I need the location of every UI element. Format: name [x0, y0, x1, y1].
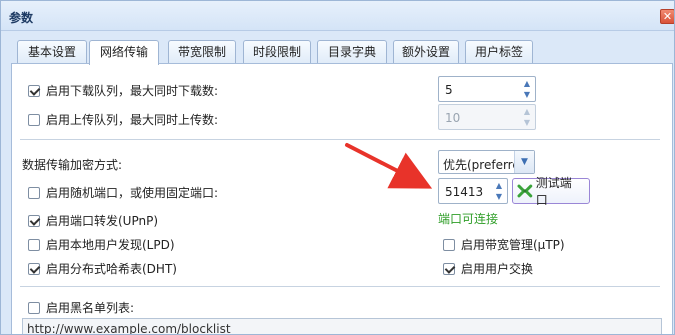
- random-port-label: 启用随机端口，或使用固定端口:: [46, 186, 219, 200]
- test-port-icon: [517, 184, 533, 198]
- upload-queue-label: 启用上传队列，最大同时上传数:: [46, 113, 219, 127]
- encryption-selected-value: 优先(preferre: [443, 158, 520, 172]
- decrement-arrow-icon[interactable]: ▼: [492, 191, 506, 202]
- pex-checkbox[interactable]: [443, 262, 455, 275]
- dht-checkbox[interactable]: [28, 262, 40, 275]
- port-row: 启用随机端口，或使用固定端口:: [28, 184, 218, 201]
- section-divider: [20, 139, 660, 140]
- test-port-button[interactable]: 测试端口: [512, 176, 590, 207]
- upnp-row: 启用端口转发(UPnP): [28, 212, 158, 229]
- encryption-select[interactable]: 优先(preferre ▼: [438, 150, 535, 174]
- utp-checkbox[interactable]: [443, 238, 455, 251]
- lpd-checkbox[interactable]: [28, 238, 40, 251]
- blocklist-row: 启用黑名单列表:: [28, 299, 134, 316]
- upload-queue-checkbox[interactable]: [28, 113, 40, 126]
- dialog-title: 参数: [9, 11, 34, 25]
- chevron-down-icon[interactable]: ▼: [514, 151, 534, 173]
- encryption-row: 数据传输加密方式:: [22, 156, 122, 173]
- max-downloads-value: 5: [445, 83, 453, 97]
- upload-queue-row: 启用上传队列，最大同时上传数:: [28, 111, 218, 128]
- upnp-checkbox[interactable]: [28, 214, 40, 227]
- increment-arrow-icon[interactable]: ▲: [520, 78, 534, 89]
- section-divider: [20, 286, 660, 287]
- tab-directory-dictionary[interactable]: 目录字典: [317, 40, 387, 64]
- tab-extra-settings[interactable]: 额外设置: [393, 40, 459, 64]
- decrement-arrow-icon[interactable]: ▼: [520, 89, 534, 100]
- increment-arrow-icon[interactable]: ▲: [520, 106, 534, 117]
- port-status-text: 端口可连接: [438, 212, 499, 226]
- encryption-label: 数据传输加密方式:: [22, 158, 123, 172]
- increment-arrow-icon[interactable]: ▲: [492, 180, 506, 191]
- tab-time-limit[interactable]: 时段限制: [243, 40, 311, 64]
- max-uploads-stepper[interactable]: 10 ▲ ▼: [438, 104, 536, 130]
- upnp-label: 启用端口转发(UPnP): [46, 214, 159, 228]
- blocklist-url-input[interactable]: http://www.example.com/blocklist: [22, 318, 662, 334]
- download-queue-checkbox[interactable]: [28, 84, 40, 97]
- close-icon: ✕: [662, 10, 673, 23]
- dht-label: 启用分布式哈希表(DHT): [46, 262, 177, 276]
- download-queue-label: 启用下载队列，最大同时下载数:: [46, 84, 219, 98]
- tab-network-transfer[interactable]: 网络传输: [89, 40, 159, 65]
- dht-row: 启用分布式哈希表(DHT): [28, 260, 177, 277]
- utp-row: 启用带宽管理(µTP): [443, 236, 565, 253]
- test-port-label: 测试端口: [535, 176, 572, 207]
- max-uploads-value: 10: [445, 111, 461, 125]
- tab-bandwidth-limit[interactable]: 带宽限制: [168, 40, 236, 64]
- pex-row: 启用用户交换: [443, 260, 533, 277]
- tab-user-tags[interactable]: 用户标签: [465, 40, 533, 64]
- close-button[interactable]: ✕: [660, 9, 674, 24]
- download-queue-row: 启用下载队列，最大同时下载数:: [28, 82, 218, 99]
- decrement-arrow-icon[interactable]: ▼: [520, 117, 534, 128]
- lpd-row: 启用本地用户发现(LPD): [28, 236, 175, 253]
- title-bar: 参数 ✕: [1, 1, 674, 31]
- blocklist-checkbox[interactable]: [28, 301, 40, 314]
- max-downloads-stepper[interactable]: 5 ▲ ▼: [438, 76, 536, 102]
- tab-basic-settings[interactable]: 基本设置: [17, 40, 87, 64]
- random-port-checkbox[interactable]: [28, 186, 40, 199]
- parameters-dialog: 参数 ✕ 基本设置 网络传输 带宽限制 时段限制 目录字典 额外设置 用户标签 …: [0, 0, 675, 335]
- lpd-label: 启用本地用户发现(LPD): [46, 238, 175, 252]
- pex-label: 启用用户交换: [461, 262, 534, 276]
- port-value: 51413: [445, 185, 484, 199]
- port-stepper[interactable]: 51413 ▲ ▼: [438, 178, 508, 204]
- network-transfer-panel: 启用下载队列，最大同时下载数: 5 ▲ ▼ 启用上传队列，最大同时上传数: 10…: [11, 63, 673, 334]
- utp-label: 启用带宽管理(µTP): [461, 238, 565, 252]
- blocklist-label: 启用黑名单列表:: [46, 301, 135, 315]
